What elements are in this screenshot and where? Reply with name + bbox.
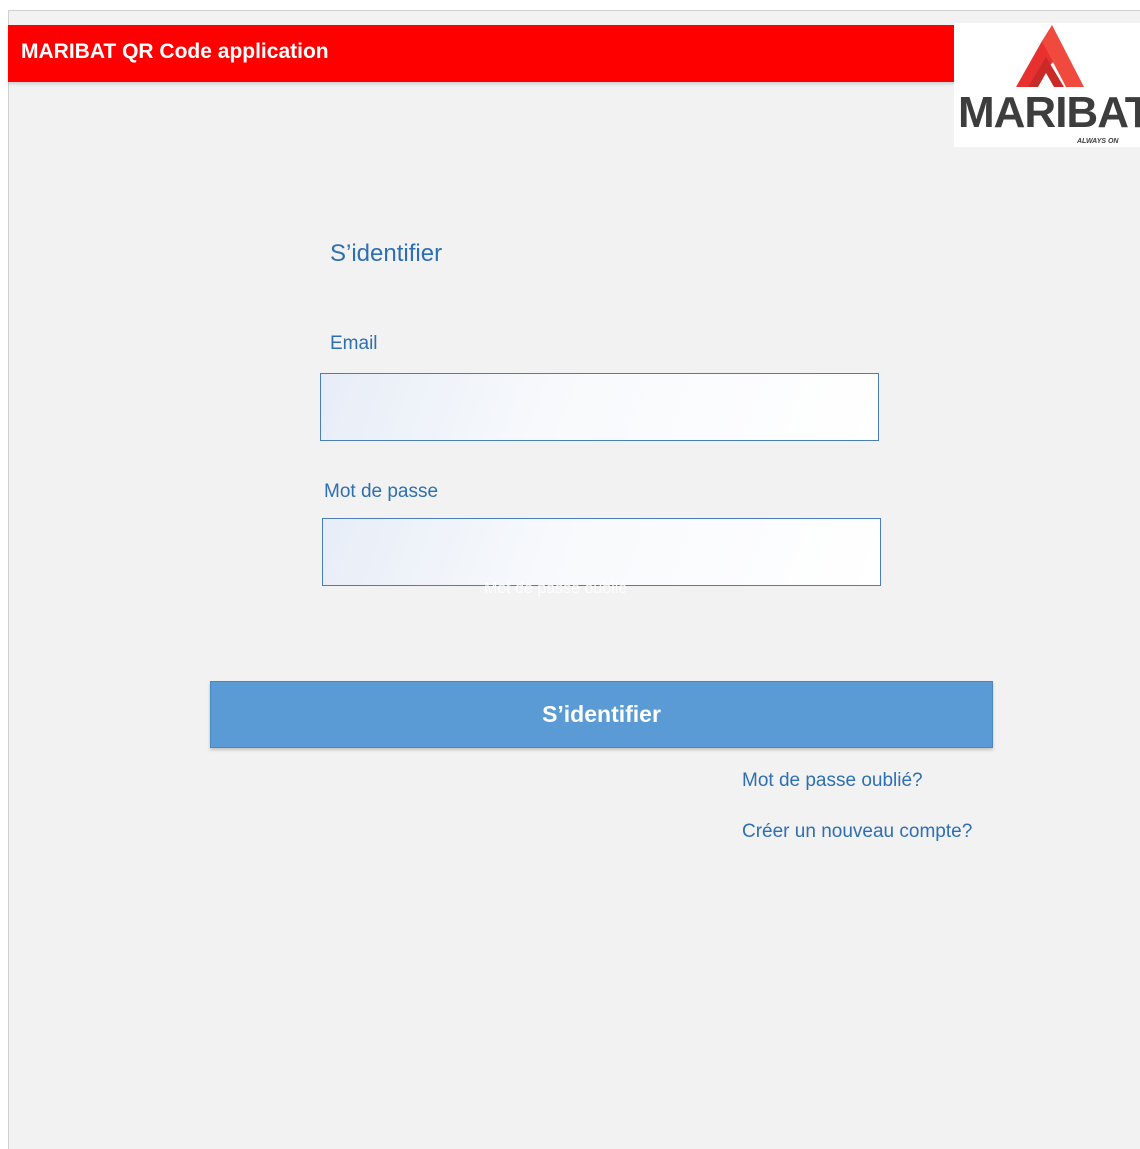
email-input[interactable] xyxy=(320,373,879,441)
logo-wordmark: MARIBAT xyxy=(958,88,1140,137)
password-ghost-hint: Mot de passe oublié xyxy=(484,580,628,597)
create-account-link[interactable]: Créer un nouveau compte? xyxy=(742,821,972,843)
app-title: MARIBAT QR Code application xyxy=(21,40,329,63)
login-button[interactable]: S’identifier xyxy=(210,681,993,748)
logo-tagline: ALWAYS ON xyxy=(1077,138,1119,145)
password-input[interactable] xyxy=(322,518,881,586)
header-bar: MARIBAT QR Code application xyxy=(8,25,956,82)
login-title: S’identifier xyxy=(330,240,443,267)
password-label: Mot de passe xyxy=(324,481,439,502)
forgot-password-link[interactable]: Mot de passe oublié? xyxy=(742,770,923,792)
email-label: Email xyxy=(330,333,378,354)
maribat-logo: MARIBAT ALWAYS ON xyxy=(954,23,1140,147)
